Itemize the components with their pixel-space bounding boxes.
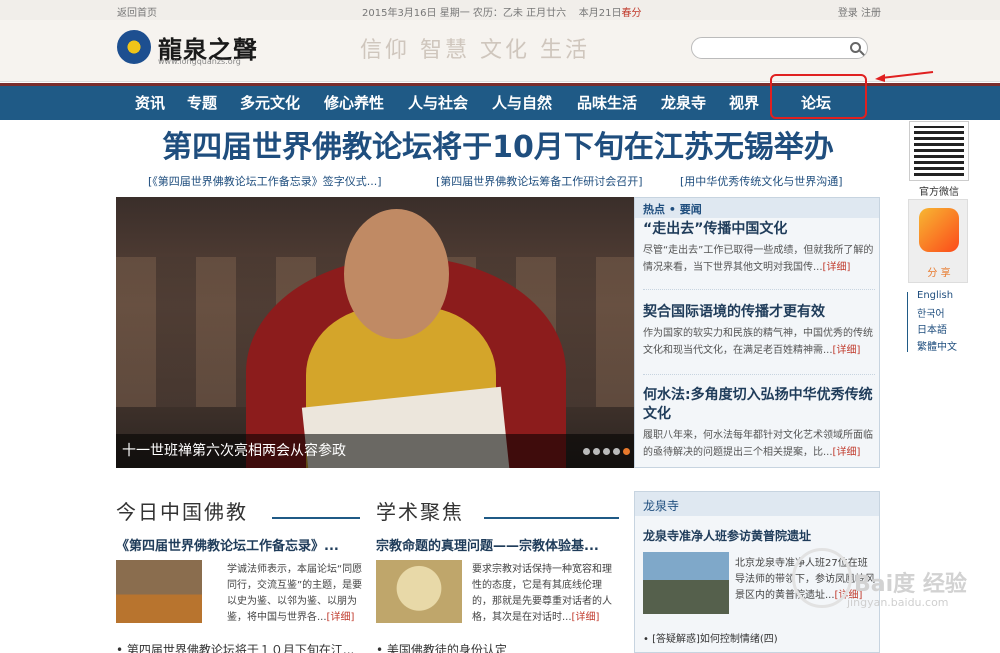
back-home-link[interactable]: 返回首页 (117, 4, 157, 19)
nav-item-longquan-temple[interactable]: 龙泉寺 (661, 92, 706, 113)
article-title[interactable]: 《第四届世界佛教论坛工作备忘录》... (116, 535, 339, 554)
list-item[interactable]: • 美国佛教徒的身份认定 (376, 641, 507, 653)
search-input[interactable] (691, 37, 868, 59)
nav-item-society[interactable]: 人与社会 (408, 92, 468, 113)
hot-news-title[interactable]: 何水法:多角度切入弘扬中华优秀传统文化 (643, 386, 875, 424)
site-header: 龍泉之聲 www.longquanzs.org 信仰 智慧 文化 生活 (0, 20, 1000, 82)
section-title-academic[interactable]: 学术聚焦 (376, 496, 464, 525)
nav-item-cultivation[interactable]: 修心养性 (324, 92, 384, 113)
sublink-item[interactable]: [第四届世界佛教论坛筹备工作研讨会召开] (436, 173, 643, 189)
site-logo-url: www.longquanzs.org (158, 57, 241, 66)
search-icon[interactable] (850, 42, 861, 53)
hot-news-title[interactable]: “走出去”传播中国文化 (643, 220, 875, 239)
list-item[interactable]: • 第四届世界佛教论坛将于１０月下旬在江... (116, 641, 354, 653)
date-info: 2015年3月16日 星期一 农历：乙未 正月廿六 本月21日春分 (362, 8, 642, 19)
section-title-china-buddhism[interactable]: 今日中国佛教 (116, 496, 248, 525)
site-slogan: 信仰 智慧 文化 生活 (360, 38, 590, 63)
slider-dot[interactable] (603, 448, 610, 455)
share-button[interactable]: 分 享 (908, 199, 968, 283)
hot-news-panel: 热点 • 要闻 “走出去”传播中国文化 尽管“走出去”工作已取得一些成绩，但就我… (634, 197, 880, 468)
hot-news-item: “走出去”传播中国文化 尽管“走出去”工作已取得一些成绩，但就我所了解的情况来看… (643, 220, 875, 273)
qr-label: 官方微信 (919, 187, 959, 198)
more-link[interactable]: [详细] (572, 612, 600, 623)
nav-item-culture[interactable]: 多元文化 (240, 92, 300, 113)
share-icon (919, 208, 959, 252)
lang-korean[interactable]: 한국어 (917, 305, 945, 320)
lang-traditional-chinese[interactable]: 繁體中文 (917, 338, 957, 353)
article-title[interactable]: 宗教命题的真理问题——宗教体验基... (376, 535, 599, 554)
slider-dot[interactable] (593, 448, 600, 455)
slider-dot[interactable] (613, 448, 620, 455)
nav-item-nature[interactable]: 人与自然 (492, 92, 552, 113)
longquan-header[interactable]: 龙泉寺 (635, 492, 879, 516)
nav-item-news[interactable]: 资讯 (135, 92, 165, 113)
article-thumbnail[interactable] (376, 560, 462, 623)
more-link[interactable]: [详细] (833, 345, 861, 356)
paw-icon (792, 548, 852, 608)
wechat-qr-code (909, 121, 969, 181)
more-link[interactable]: [详细] (833, 447, 861, 458)
article-summary: 学诚法师表示，本届论坛“同愿同行，交流互鉴”的主题，是要以史为鉴、以邻为鉴、以朋… (227, 564, 363, 623)
hot-news-title[interactable]: 契合国际语境的传播才更有效 (643, 303, 875, 322)
more-link[interactable]: [详细] (823, 262, 851, 273)
login-register-link[interactable]: 登录 注册 (838, 4, 881, 19)
forum-highlight-box (770, 74, 867, 119)
nav-item-vision[interactable]: 视界 (729, 92, 759, 113)
nav-item-lifestyle[interactable]: 品味生活 (577, 92, 637, 113)
annotation-arrow-icon (875, 71, 934, 82)
slider-caption[interactable]: 十一世班禅第六次亮相两会从容参政 (122, 440, 346, 460)
news-slider-image[interactable]: 十一世班禅第六次亮相两会从容参政 (116, 197, 634, 468)
article-summary: 要求宗教对话保持一种宽容和理性的态度，它是有其底线伦理的，那就是先要尊重对话者的… (472, 564, 612, 623)
hot-news-item: 契合国际语境的传播才更有效 作为国家的软实力和民族的精气神，中国优秀的传统文化和… (643, 303, 875, 356)
hot-news-header: 热点 • 要闻 (635, 198, 879, 218)
headline-title[interactable]: 第四届世界佛教论坛将于10月下旬在江苏无锡举办 (116, 122, 880, 166)
logo-icon[interactable] (117, 30, 151, 64)
article-thumbnail[interactable] (643, 552, 729, 614)
sublink-item[interactable]: [用中华优秀传统文化与世界沟通] (680, 173, 843, 189)
nav-item-topics[interactable]: 专题 (187, 92, 217, 113)
slider-dot[interactable] (583, 448, 590, 455)
lang-english[interactable]: English (917, 290, 953, 301)
hot-news-item: 何水法:多角度切入弘扬中华优秀传统文化 履职八年来，何水法每年都针对文化艺术领域… (643, 386, 875, 458)
slider-dot-active[interactable] (623, 448, 630, 455)
top-info-bar: 返回首页 2015年3月16日 星期一 农历：乙未 正月廿六 本月21日春分 登… (0, 0, 1000, 20)
list-item[interactable]: • [答疑解惑]如何控制情绪(四) (643, 630, 778, 645)
slider-dots (580, 444, 630, 458)
article-title[interactable]: 龙泉寺准净人班参访黄普院遗址 (643, 527, 811, 544)
article-thumbnail[interactable] (116, 560, 202, 623)
lang-japanese[interactable]: 日本語 (917, 321, 947, 336)
sublink-item[interactable]: [《第四届世界佛教论坛工作备忘录》签字仪式...] (148, 173, 382, 189)
baidu-jingyan-watermark: Bai度 经验 jingyan.baidu.com (792, 548, 982, 609)
more-link[interactable]: [详细] (327, 612, 355, 623)
